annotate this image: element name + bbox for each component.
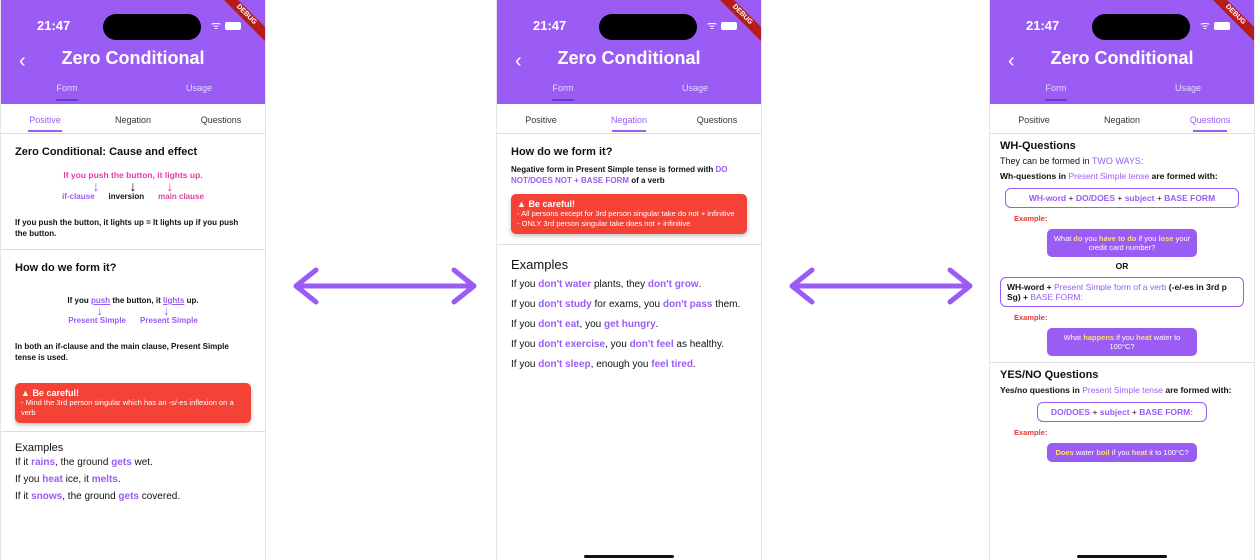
rule-text: Negative form in Present Simple tense is…	[511, 165, 728, 185]
subtab-questions[interactable]: Questions	[1166, 104, 1254, 133]
app-bar: 21:47 ᯤ DEBUG ‹ Zero Conditional Form Us…	[1, 0, 265, 104]
section-heading: YES/NO Questions	[1000, 369, 1099, 381]
status-bar: 21:47 ᯤ	[990, 14, 1254, 40]
example-label: Example:	[1014, 313, 1048, 322]
status-bar: 21:47 ᯤ	[497, 14, 761, 40]
yn-rule-text: Yes/no questions in Present Simple tense…	[1000, 385, 1232, 395]
down-arrow-icon: ↓	[96, 303, 104, 318]
subtab-negation[interactable]: Negation	[89, 104, 177, 133]
double-arrow-icon	[789, 267, 973, 305]
examples-heading: Examples	[511, 257, 569, 272]
formula-pill: WH-word + DO/DOES + subject + BASE FORM	[1005, 188, 1239, 208]
subtab-positive[interactable]: Positive	[497, 104, 585, 133]
formula-pill: WH-word + Present Simple form of a verb …	[1000, 277, 1244, 307]
warning-box: ▲ Be careful! - Mind the 3rd person sing…	[15, 383, 251, 423]
dynamic-island	[103, 14, 201, 40]
example-label: Example:	[1014, 214, 1048, 223]
example-line: If it rains, the ground gets wet.	[15, 457, 153, 468]
example-line: If it snows, the ground gets covered.	[15, 491, 181, 502]
example-line: If you don't eat, you get hungry.	[511, 319, 659, 330]
clock: 21:47	[1026, 18, 1060, 33]
subtab-questions[interactable]: Questions	[177, 104, 265, 133]
down-arrow-icon: ↓	[92, 178, 100, 194]
dynamic-island	[1092, 14, 1190, 40]
subtab-positive[interactable]: Positive	[990, 104, 1078, 133]
cause-effect-diagram: If you push the button, it lights up. ↓ ↓…	[62, 170, 204, 201]
section-heading: Zero Conditional: Cause and effect	[15, 146, 198, 158]
section-heading: How do we form it?	[15, 262, 117, 274]
page-title: Zero Conditional	[1050, 48, 1194, 68]
example-line: If you heat ice, it melts.	[15, 474, 121, 485]
warning-icon: ▲	[517, 199, 526, 209]
wifi-battery-icon: ᯤ	[1200, 18, 1230, 33]
down-arrow-icon: ↓	[129, 178, 137, 194]
tab-usage[interactable]: Usage	[629, 74, 761, 104]
wh-rule-text: Wh-questions in Present Simple tense are…	[1000, 171, 1218, 181]
page-title: Zero Conditional	[61, 48, 205, 68]
note-text: In both an if-clause and the main clause…	[15, 342, 229, 362]
equivalence-text: If you push the button, it lights up = I…	[15, 218, 239, 238]
warning-box: ▲ Be careful! - All persons except for 3…	[511, 194, 747, 234]
form-diagram: If you push the button, it lights up. ↓ ↓…	[67, 296, 199, 325]
example-bubble: What do you have to do if you lose your …	[1047, 229, 1197, 257]
example-line: If you don't sleep, enough you feel tire…	[511, 359, 696, 370]
subtab-negation[interactable]: Negation	[1078, 104, 1166, 133]
example-label: Example:	[1014, 428, 1048, 437]
section-heading: How do we form it?	[511, 146, 613, 158]
example-bubble: What happens if you heat water to 100°C?	[1047, 328, 1197, 356]
app-bar: 21:47 ᯤ DEBUG ‹ Zero Conditional Form Us…	[990, 0, 1254, 104]
app-bar: 21:47 ᯤ DEBUG ‹ Zero Conditional Form Us…	[497, 0, 761, 104]
example-line: If you don't study for exams, you don't …	[511, 299, 741, 310]
home-indicator	[584, 555, 674, 558]
or-divider: OR	[1115, 261, 1129, 271]
wifi-battery-icon: ᯤ	[211, 18, 241, 33]
ways-text: They can be formed in TWO WAYS:	[1000, 156, 1144, 166]
example-line: If you don't water plants, they don't gr…	[511, 279, 702, 290]
warning-icon: ▲	[21, 388, 30, 398]
tab-form[interactable]: Form	[990, 74, 1122, 104]
subtab-questions[interactable]: Questions	[673, 104, 761, 133]
clock: 21:47	[37, 18, 71, 33]
down-arrow-icon: ↓	[163, 303, 170, 318]
screen-negation: 21:47 ᯤ DEBUG ‹ Zero Conditional Form Us…	[496, 0, 762, 560]
status-bar: 21:47 ᯤ	[1, 14, 265, 40]
double-arrow-icon	[293, 267, 477, 305]
screen-questions: 21:47 ᯤ DEBUG ‹ Zero Conditional Form Us…	[989, 0, 1255, 560]
formula-pill: DO/DOES + subject + BASE FORM:	[1037, 402, 1207, 422]
subtab-negation[interactable]: Negation	[585, 104, 673, 133]
subtab-positive[interactable]: Positive	[1, 104, 89, 133]
tab-usage[interactable]: Usage	[1122, 74, 1254, 104]
section-heading: WH-Questions	[1000, 140, 1076, 152]
down-arrow-icon: ↓	[166, 178, 174, 194]
example-line: If you don't exercise, you don't feel as…	[511, 339, 725, 350]
clock: 21:47	[533, 18, 567, 33]
page-title: Zero Conditional	[557, 48, 701, 68]
examples-heading: Examples	[15, 442, 64, 454]
screen-positive: 21:47 ᯤ DEBUG ‹ Zero Conditional Form Us…	[0, 0, 266, 560]
home-indicator	[1077, 555, 1167, 558]
tab-form[interactable]: Form	[1, 74, 133, 104]
example-bubble: Does water boil if you heat it to 100°C?	[1047, 443, 1197, 462]
tab-usage[interactable]: Usage	[133, 74, 265, 104]
dynamic-island	[599, 14, 697, 40]
wifi-battery-icon: ᯤ	[707, 18, 737, 33]
tab-form[interactable]: Form	[497, 74, 629, 104]
